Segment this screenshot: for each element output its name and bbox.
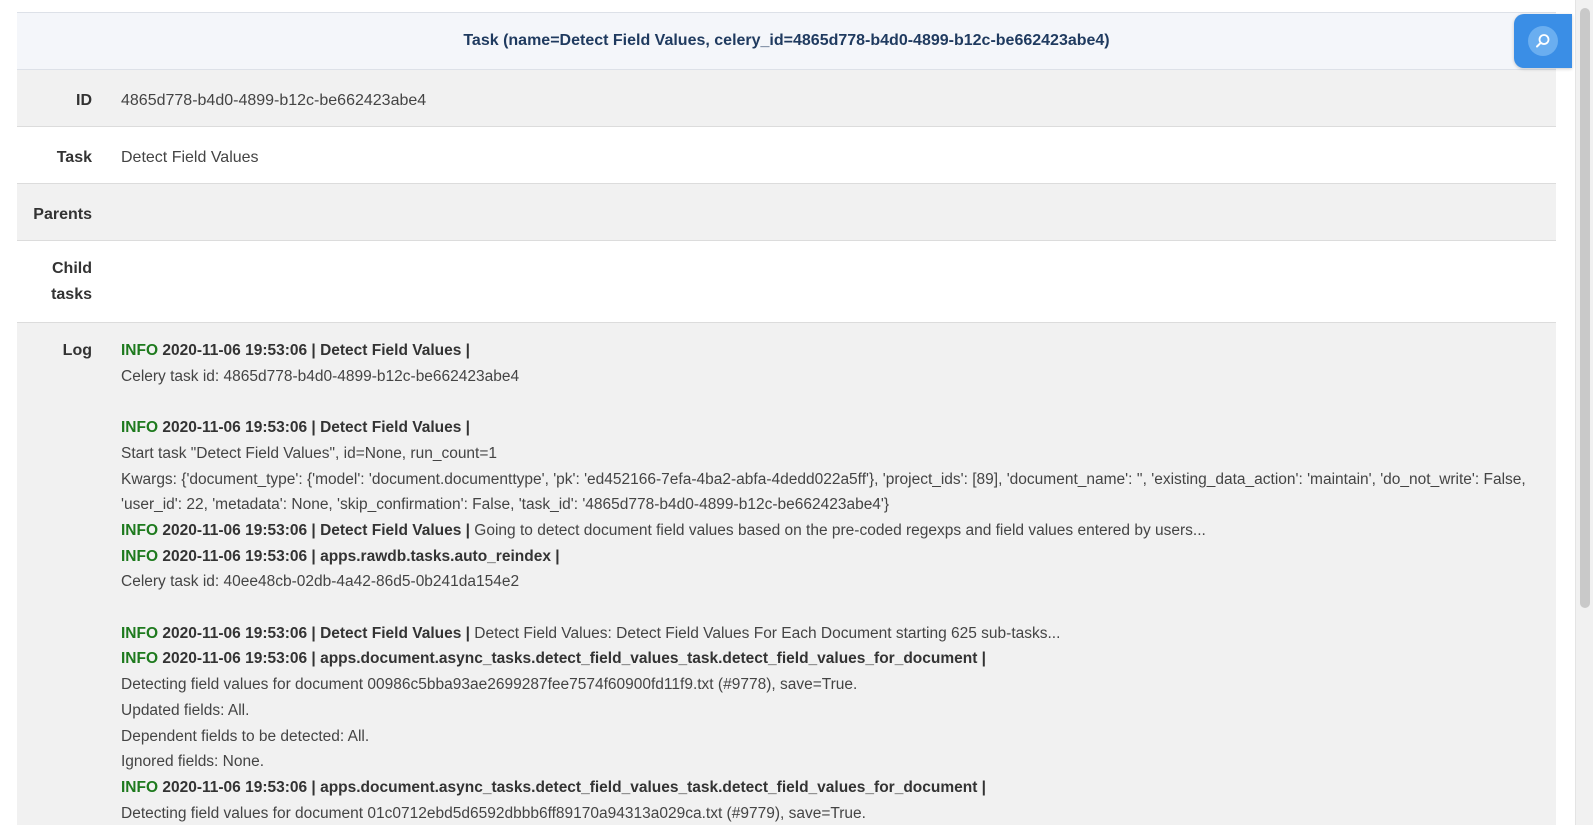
log-source: 2020-11-06 19:53:06 | Detect Field Value… <box>162 419 470 437</box>
log-label: Log <box>62 342 92 359</box>
parents-value <box>92 184 1556 240</box>
child-tasks-label-line2: tasks <box>51 286 92 303</box>
log-message: Kwargs: {'document_type': {'model': 'doc… <box>121 470 1526 514</box>
search-icon <box>1536 34 1550 48</box>
log-entry-header: INFO 2020-11-06 19:53:06 | Detect Field … <box>121 518 1556 544</box>
task-title: Task (name=Detect Field Values, celery_i… <box>463 32 1110 49</box>
child-tasks-label-line1: Child <box>52 260 92 277</box>
child-tasks-value <box>92 241 1556 322</box>
log-entry-header: INFO 2020-11-06 19:53:06 | apps.rawdb.ta… <box>121 544 1556 570</box>
parents-label: Parents <box>33 206 92 223</box>
log-entry-header: INFO 2020-11-06 19:53:06 | apps.document… <box>121 646 1556 672</box>
log-source: 2020-11-06 19:53:06 | Detect Field Value… <box>162 624 470 642</box>
log-source: 2020-11-06 19:53:06 | Detect Field Value… <box>162 342 470 359</box>
vertical-scrollbar[interactable] <box>1575 0 1593 825</box>
log-source: 2020-11-06 19:53:06 | apps.document.asyn… <box>162 778 987 796</box>
log-level: INFO <box>121 342 159 359</box>
log-message: Dependent fields to be detected: All. <box>121 727 370 745</box>
row-task: Task Detect Field Values <box>17 127 1556 184</box>
log-source: 2020-11-06 19:53:06 | apps.rawdb.tasks.a… <box>162 547 560 565</box>
log-source: 2020-11-06 19:53:06 | apps.document.asyn… <box>162 650 987 668</box>
log-level: INFO <box>121 547 159 565</box>
log-entry-header: INFO 2020-11-06 19:53:06 | Detect Field … <box>121 621 1556 647</box>
log-message: Detecting field values for document 01c0… <box>121 804 866 822</box>
search-button[interactable] <box>1514 14 1572 68</box>
row-child-tasks: Child tasks <box>17 241 1556 323</box>
log-level: INFO <box>121 650 159 668</box>
log-level: INFO <box>121 521 159 539</box>
search-icon-bg <box>1528 26 1558 56</box>
log-message: Celery task id: 40ee48cb-02db-4a42-86d5-… <box>121 573 520 591</box>
log-level: INFO <box>121 419 159 437</box>
row-parents: Parents <box>17 184 1556 241</box>
log-source: 2020-11-06 19:53:06 | Detect Field Value… <box>162 521 470 539</box>
log-level: INFO <box>121 778 159 796</box>
log-content: INFO 2020-11-06 19:53:06 | Detect Field … <box>92 323 1556 825</box>
log-message: Start task "Detect Field Values", id=Non… <box>121 444 498 462</box>
log-entry-header: INFO 2020-11-06 19:53:06 | Detect Field … <box>121 415 1556 441</box>
task-value: Detect Field Values <box>121 149 259 166</box>
log-message: Detecting field values for document 0098… <box>121 676 858 694</box>
log-entry-header: INFO 2020-11-06 19:53:06 | Detect Field … <box>121 338 1556 364</box>
scrollbar-thumb[interactable] <box>1580 8 1590 608</box>
log-spacer <box>121 595 1556 621</box>
child-tasks-label: Child tasks <box>17 241 92 322</box>
id-label: ID <box>76 92 92 109</box>
task-detail-table: Task (name=Detect Field Values, celery_i… <box>17 12 1556 825</box>
log-level: INFO <box>121 624 159 642</box>
task-label: Task <box>56 149 92 166</box>
task-title-header: Task (name=Detect Field Values, celery_i… <box>17 12 1556 70</box>
log-message: Updated fields: All. <box>121 701 250 719</box>
log-inline-message: Going to detect document field values ba… <box>470 521 1206 539</box>
log-message: Celery task id: 4865d778-b4d0-4899-b12c-… <box>121 367 520 385</box>
log-entry-header: INFO 2020-11-06 19:53:06 | apps.document… <box>121 775 1556 801</box>
id-value: 4865d778-b4d0-4899-b12c-be662423abe4 <box>121 92 427 109</box>
log-inline-message: Detect Field Values: Detect Field Values… <box>470 624 1061 642</box>
log-spacer <box>121 389 1556 415</box>
row-log: Log INFO 2020-11-06 19:53:06 | Detect Fi… <box>17 323 1556 825</box>
row-id: ID 4865d778-b4d0-4899-b12c-be662423abe4 <box>17 70 1556 127</box>
log-message: Ignored fields: None. <box>121 753 265 771</box>
task-detail-page: Task (name=Detect Field Values, celery_i… <box>0 0 1593 825</box>
